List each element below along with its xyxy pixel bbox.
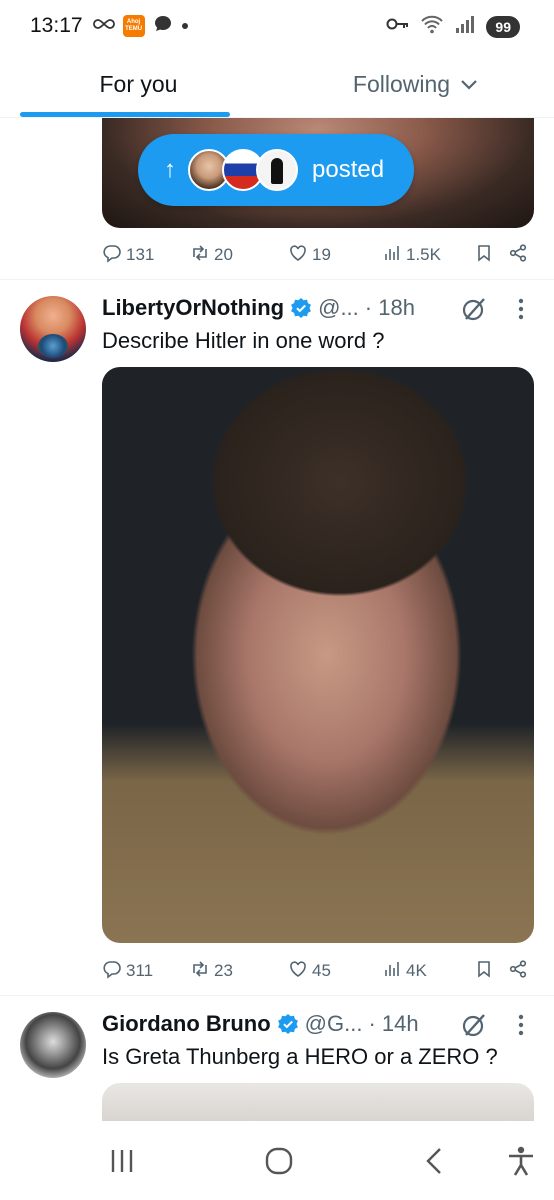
reply-count: 131	[126, 245, 155, 264]
avatar[interactable]	[20, 296, 86, 362]
system-navigation-bar	[0, 1121, 554, 1200]
tab-following-label: Following	[352, 71, 451, 97]
repost-count: 20	[214, 245, 233, 264]
previous-post-actions: 131 20 19 1.5K	[102, 240, 534, 270]
status-bar: 13:17 Ahoj TEMU 99	[0, 0, 554, 52]
timeline-feed[interactable]: ↑ posted 131 20 19 1.5K LibertyOrNothing…	[0, 118, 554, 1121]
like-icon	[288, 959, 308, 984]
repost-button[interactable]: 23	[190, 959, 233, 984]
status-time: 13:17	[30, 14, 83, 37]
post-divider	[0, 995, 554, 996]
pill-avatars	[188, 149, 298, 191]
bookmark-button[interactable]	[474, 959, 494, 984]
tweet-text: Describe Hitler in one word ?	[102, 328, 385, 353]
bookmark-icon	[474, 959, 494, 984]
views-button[interactable]: 1.5K	[382, 243, 441, 268]
infinity-icon	[92, 17, 115, 36]
reply-button[interactable]: 131	[102, 243, 154, 268]
verified-icon	[290, 297, 312, 319]
repost-button[interactable]: 20	[190, 243, 233, 268]
status-notification-icons: Ahoj TEMU	[92, 14, 189, 39]
avatar	[256, 149, 298, 191]
battery-indicator: 99	[486, 15, 520, 38]
more-icon[interactable]	[516, 298, 526, 324]
reply-button[interactable]: 311	[102, 959, 153, 984]
tweet-header: Giordano Bruno @G... · 14h	[102, 1009, 419, 1039]
views-button[interactable]: 4K	[382, 959, 427, 984]
views-count: 4K	[406, 961, 427, 980]
like-count: 19	[312, 245, 331, 264]
repost-icon	[190, 243, 210, 268]
chat-bubble-icon	[153, 14, 173, 39]
verified-icon	[277, 1013, 299, 1035]
share-icon	[508, 243, 528, 268]
notification-dot-icon	[181, 17, 189, 35]
tweet-actions: 311 23 45 4K	[102, 956, 534, 986]
repost-icon	[190, 959, 210, 984]
wifi-icon	[420, 14, 444, 39]
bookmark-button[interactable]	[474, 243, 494, 268]
temu-icon: Ahoj TEMU	[122, 15, 145, 37]
chevron-down-icon	[460, 79, 478, 91]
bookmark-icon	[474, 243, 494, 268]
back-icon[interactable]	[416, 1143, 452, 1179]
like-button[interactable]: 45	[288, 959, 331, 984]
post-time: · 14h	[368, 1011, 419, 1036]
active-tab-indicator	[20, 112, 230, 117]
tab-for-you[interactable]: For you	[0, 52, 277, 117]
author-handle[interactable]: @G...	[305, 1011, 363, 1037]
share-icon	[508, 959, 528, 984]
like-icon	[288, 243, 308, 268]
tweet-header: LibertyOrNothing @... · 18h	[102, 293, 415, 323]
tab-following[interactable]: Following	[277, 52, 554, 117]
post-divider	[0, 279, 554, 280]
author-name[interactable]: LibertyOrNothing	[102, 295, 284, 321]
grok-icon[interactable]	[460, 1011, 488, 1039]
views-icon	[382, 243, 402, 268]
share-button[interactable]	[508, 243, 528, 268]
share-button[interactable]	[508, 959, 528, 984]
more-icon[interactable]	[516, 1014, 526, 1040]
arrow-up-icon: ↑	[164, 156, 176, 183]
signal-icon	[454, 14, 476, 39]
reply-count: 311	[126, 961, 154, 980]
reply-icon	[102, 243, 122, 268]
status-system-icons: 99	[386, 14, 520, 39]
reply-icon	[102, 959, 122, 984]
tab-for-you-label: For you	[99, 71, 178, 97]
author-name[interactable]: Giordano Bruno	[102, 1011, 271, 1037]
author-handle[interactable]: @...	[318, 295, 359, 321]
accessibility-icon[interactable]	[503, 1143, 539, 1179]
post-time: · 18h	[364, 295, 415, 320]
repost-count: 23	[214, 961, 233, 980]
like-button[interactable]: 19	[288, 243, 331, 268]
views-icon	[382, 959, 402, 984]
posted-pill-label: posted	[312, 156, 385, 183]
tweet-media-image[interactable]	[102, 367, 534, 943]
views-count: 1.5K	[406, 245, 441, 264]
like-count: 45	[312, 961, 331, 980]
new-posts-pill[interactable]: ↑ posted	[138, 134, 414, 206]
tweet-text: Is Greta Thunberg a HERO or a ZERO ?	[102, 1044, 498, 1069]
recents-icon[interactable]	[104, 1143, 140, 1179]
key-icon	[386, 17, 410, 36]
tweet-media-image[interactable]	[102, 1083, 534, 1121]
home-icon[interactable]	[261, 1143, 297, 1179]
grok-icon[interactable]	[460, 295, 488, 323]
timeline-tabs: For you Following	[0, 52, 554, 118]
avatar[interactable]	[20, 1012, 86, 1078]
